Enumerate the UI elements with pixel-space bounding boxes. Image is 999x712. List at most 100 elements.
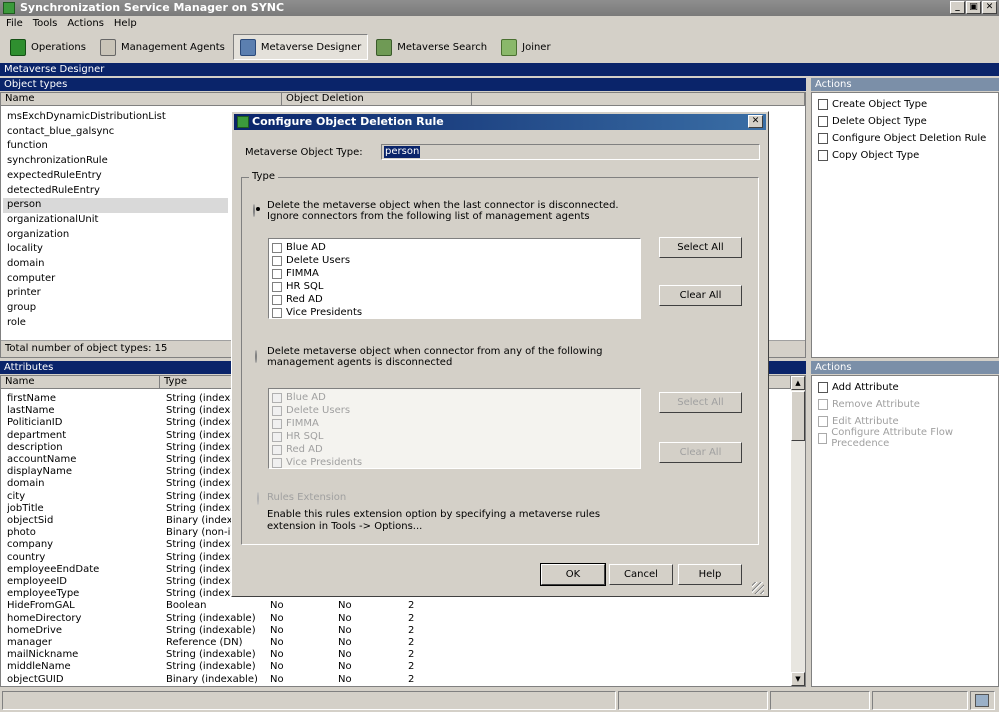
agent-checkbox-row[interactable]: HR SQL [272, 430, 323, 443]
attribute-cell-c3: No [270, 600, 284, 612]
scroll-down-arrow[interactable]: ▼ [791, 672, 805, 686]
select-all-button-1[interactable]: Select All [659, 237, 742, 258]
clear-all-button-1[interactable]: Clear All [659, 285, 742, 306]
attribute-cell-name: objectGUID [7, 673, 64, 685]
agent-checkbox-row[interactable]: HR SQL [272, 280, 323, 293]
attribute-flow-precedence-action[interactable]: Configure Attribute Flow Precedence [818, 427, 998, 449]
object-type-row[interactable]: domain [7, 257, 44, 272]
option1-radio[interactable] [253, 204, 255, 217]
attribute-row[interactable]: homeDirectory String (indexable) No No 2 [1, 613, 791, 625]
agent-label: Red AD [286, 444, 323, 455]
agent-checkbox-row[interactable]: Red AD [272, 293, 323, 306]
select-all-button-2[interactable]: Select All [659, 392, 742, 413]
scroll-up-arrow[interactable]: ▲ [791, 376, 805, 390]
mv-type-field[interactable]: person [381, 144, 760, 160]
menu-help[interactable]: Help [114, 16, 137, 32]
object-type-row[interactable]: role [7, 316, 26, 331]
agent-checkbox-row[interactable]: Blue AD [272, 391, 326, 404]
close-button[interactable]: ✕ [982, 1, 997, 14]
object-type-row[interactable]: function [7, 139, 48, 154]
menu-file[interactable]: File [6, 16, 23, 32]
actions-bottom-header: Actions [811, 361, 999, 374]
agent-checkbox-row[interactable]: FIMMA [272, 267, 319, 280]
option3-label: Rules Extension [267, 492, 347, 503]
agent-checkbox-row[interactable]: FIMMA [272, 417, 319, 430]
attr-col-name-header[interactable]: Name [1, 376, 160, 389]
create-object-type-action[interactable]: Create Object Type [818, 96, 927, 112]
agent-label: HR SQL [286, 281, 324, 292]
copy-icon [818, 149, 828, 161]
checkbox[interactable] [272, 457, 282, 468]
operations-button[interactable]: Operations [4, 34, 92, 60]
checkbox[interactable] [272, 418, 282, 429]
attribute-row[interactable]: HideFromGAL Boolean No No 2 [1, 600, 791, 612]
add-attribute-action[interactable]: Add Attribute [818, 379, 899, 395]
checkbox[interactable] [272, 268, 282, 279]
menu-actions[interactable]: Actions [67, 16, 104, 32]
object-type-row[interactable]: organizationalUnit [7, 213, 98, 228]
remove-attribute-action[interactable]: Remove Attribute [818, 396, 920, 412]
checkbox[interactable] [272, 307, 282, 318]
maximize-button[interactable]: ▣ [966, 1, 981, 14]
help-button[interactable]: Help [678, 564, 742, 585]
object-type-row[interactable]: detectedRuleEntry [7, 184, 100, 199]
object-type-row[interactable]: printer [7, 286, 41, 301]
col-deletion-header[interactable]: Object Deletion [282, 93, 472, 106]
agent-label: Vice Presidents [286, 307, 363, 318]
attribute-row[interactable]: manager Reference (DN) No No 2 [1, 637, 791, 649]
object-type-row[interactable]: person [3, 198, 228, 213]
object-type-row[interactable]: synchronizationRule [7, 154, 108, 169]
option3-radio[interactable] [257, 492, 259, 505]
checkbox[interactable] [272, 281, 282, 292]
checkbox[interactable] [272, 431, 282, 442]
ok-button[interactable]: OK [540, 563, 606, 586]
menu-tools[interactable]: Tools [33, 16, 58, 32]
option2-radio[interactable] [255, 350, 257, 363]
object-type-row[interactable]: group [7, 301, 36, 316]
metaverse-designer-label: Metaverse Designer [260, 41, 362, 53]
dialog-close-button[interactable]: ✕ [748, 115, 763, 128]
object-type-row[interactable]: computer [7, 272, 55, 287]
object-type-row[interactable]: organization [7, 228, 69, 243]
attribute-row[interactable]: mailNickname String (indexable) No No 2 [1, 649, 791, 661]
checkbox[interactable] [272, 405, 282, 416]
checkbox[interactable] [272, 392, 282, 403]
copy-object-type-action[interactable]: Copy Object Type [818, 147, 919, 163]
scroll-thumb[interactable] [791, 391, 805, 441]
agent-checkbox-row[interactable]: Vice Presidents [272, 306, 362, 319]
attributes-scrollbar[interactable]: ▲ ▼ [791, 376, 805, 686]
configure-deletion-rule-action[interactable]: Configure Object Deletion Rule [818, 130, 986, 146]
object-type-row[interactable]: locality [7, 242, 43, 257]
checkbox[interactable] [272, 294, 282, 305]
object-type-row[interactable]: expectedRuleEntry [7, 169, 102, 184]
minimize-button[interactable]: _ [950, 1, 965, 14]
resize-grip-icon[interactable] [752, 582, 764, 594]
joiner-button[interactable]: Joiner [495, 34, 556, 60]
attribute-row[interactable]: middleName String (indexable) No No 2 [1, 661, 791, 673]
agent-checkbox-row[interactable]: Delete Users [272, 254, 350, 267]
metaverse-designer-button[interactable]: Metaverse Designer [232, 34, 369, 60]
management-agents-button[interactable]: Management Agents [94, 34, 231, 60]
attribute-row[interactable]: homeDrive String (indexable) No No 2 [1, 625, 791, 637]
col-name-header[interactable]: Name [1, 93, 282, 106]
agent-checkbox-row[interactable]: Delete Users [272, 404, 350, 417]
object-types-header: Object types [0, 78, 806, 91]
agent-checkbox-row[interactable]: Red AD [272, 443, 323, 456]
delete-object-type-action[interactable]: Delete Object Type [818, 113, 927, 129]
metaverse-search-button[interactable]: Metaverse Search [370, 34, 493, 60]
attribute-row[interactable]: objectGUID Binary (indexable) No No 2 [1, 674, 791, 686]
agent-checkbox-row[interactable]: Blue AD [272, 241, 326, 254]
agents-list-1[interactable]: Blue AD Delete Users FIMMA HR SQL Red AD Vice… [268, 238, 641, 319]
agent-checkbox-row[interactable]: Vice Presidents [272, 456, 362, 469]
object-type-row[interactable]: contact_blue_galsync [7, 125, 114, 140]
clear-all-button-2[interactable]: Clear All [659, 442, 742, 463]
checkbox[interactable] [272, 255, 282, 266]
agent-label: Delete Users [286, 405, 351, 416]
agents-list-2[interactable]: Blue AD Delete Users FIMMA HR SQL Red AD Vice… [268, 388, 641, 469]
object-type-row[interactable]: msExchDynamicDistributionList [7, 110, 166, 125]
checkbox[interactable] [272, 242, 282, 253]
cancel-button[interactable]: Cancel [609, 564, 673, 585]
attribute-cell-name: company [7, 539, 54, 551]
menu-bar: File Tools Actions Help [0, 16, 999, 32]
checkbox[interactable] [272, 444, 282, 455]
